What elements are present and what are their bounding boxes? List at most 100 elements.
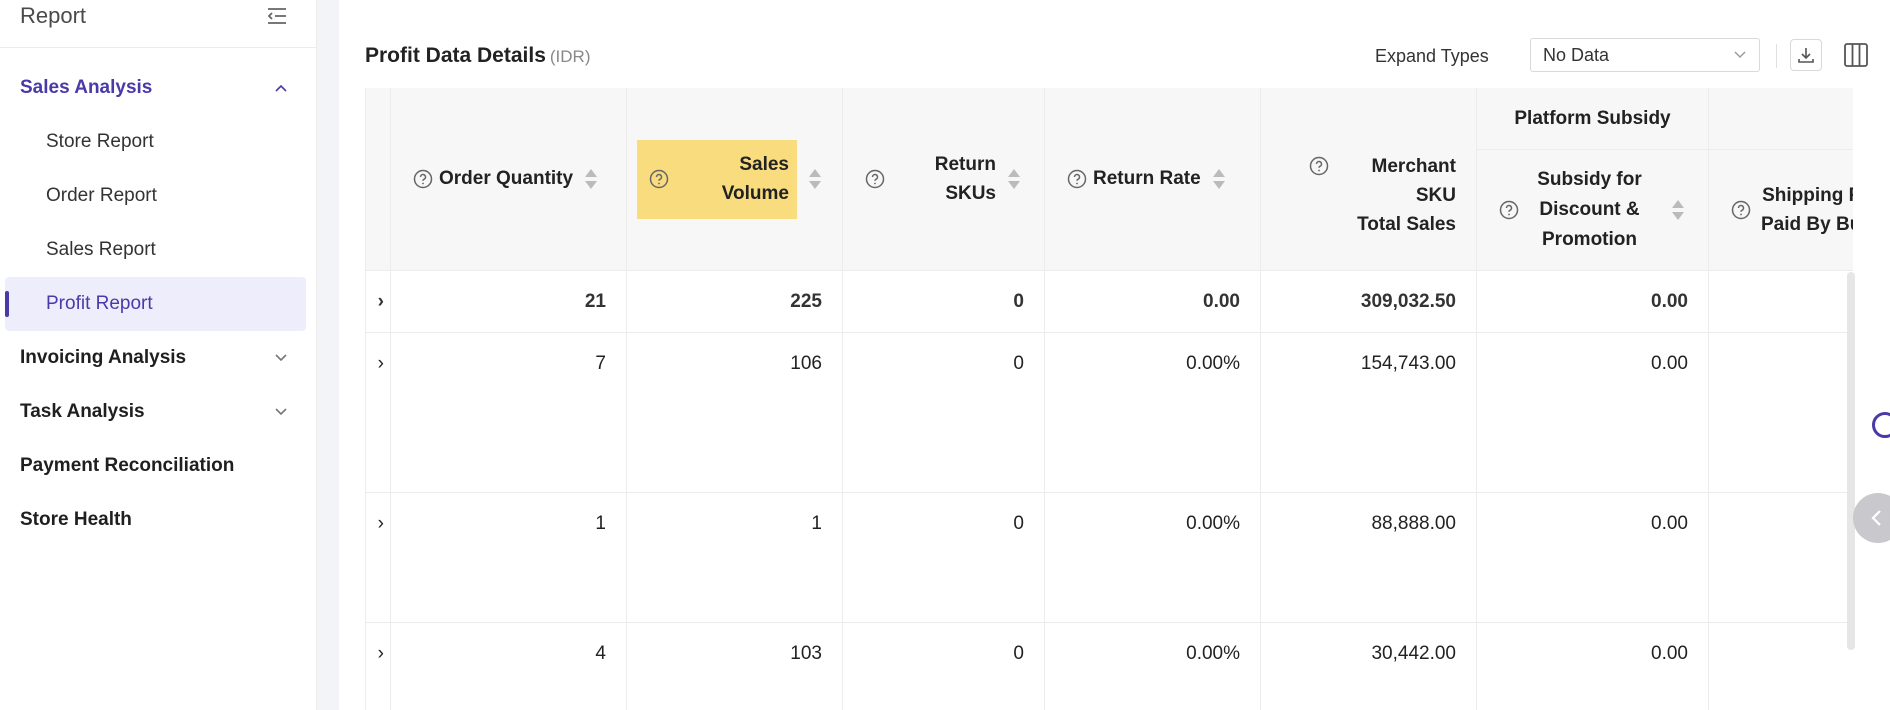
sidebar-item-store-report[interactable]: Store Report	[5, 115, 306, 169]
cell-subsidy: 0.00	[1477, 333, 1709, 493]
col-header-sales-volume[interactable]: Sales Volume	[627, 88, 843, 271]
profit-data-table: Order Quantity Sales Volume Return SKUs Re…	[365, 88, 1853, 710]
sort-icon[interactable]	[1006, 167, 1022, 191]
cell-shipping-fee	[1709, 493, 1853, 623]
col-header-label-line: SKUs	[945, 183, 996, 204]
question-circle-icon[interactable]	[1067, 169, 1087, 189]
cell-return-rate: 0.00%	[1045, 623, 1261, 710]
cell-sales-volume: 106	[627, 333, 843, 493]
cell-return-skus: 0	[843, 493, 1045, 623]
sidebar-item-order-report[interactable]: Order Report	[5, 169, 306, 223]
chevron-down-icon	[275, 408, 287, 416]
col-header-return-rate[interactable]: Return Rate	[1045, 88, 1261, 271]
cell-merchant-sku-total: 30,442.00	[1261, 623, 1477, 710]
sidebar-item-label: Order Report	[46, 185, 157, 206]
table-header-cell	[366, 88, 391, 271]
vertical-scrollbar[interactable]	[1847, 272, 1855, 650]
cell-order-quantity: 1	[391, 493, 627, 623]
cell-subsidy: 0.00	[1477, 271, 1709, 333]
sort-icon[interactable]	[807, 167, 823, 191]
sidebar-title: Report	[20, 2, 87, 28]
cell-return-rate: 0.00%	[1045, 493, 1261, 623]
sidebar: Report Sales Analysis Store Report Order…	[0, 0, 317, 710]
question-circle-icon[interactable]	[649, 169, 669, 189]
col-header-label-line: Return	[934, 154, 996, 175]
sales-volume-highlight: Sales Volume	[637, 139, 797, 219]
question-circle-icon[interactable]	[1309, 156, 1329, 176]
col-header-return-skus[interactable]: Return SKUs	[843, 88, 1045, 271]
col-header-label-line: Discount &	[1539, 199, 1640, 220]
cell-return-skus: 0	[843, 271, 1045, 333]
cell-order-quantity: 4	[391, 623, 627, 710]
sort-icon[interactable]	[1211, 167, 1227, 191]
col-header-merchant-sku-total-sales[interactable]: Merchant SKU Total Sales	[1261, 88, 1477, 271]
collapse-sidebar-icon[interactable]	[266, 5, 288, 27]
col-header-label-line: Shipping F	[1762, 185, 1853, 206]
col-header-label-line: Subsidy for	[1537, 169, 1642, 190]
col-header-label: Order Quantity	[439, 168, 574, 189]
col-group-label: Platform Subsidy	[1514, 107, 1671, 129]
currency-label: (IDR)	[549, 47, 591, 66]
sidebar-group-invoicing-analysis[interactable]: Invoicing Analysis	[0, 331, 316, 385]
cell-return-skus: 0	[843, 623, 1045, 710]
cell-order-quantity: 7	[391, 333, 627, 493]
sidebar-header: Report	[0, 0, 316, 48]
cell-sales-volume: 1	[627, 493, 843, 623]
cell-order-quantity: 21	[391, 271, 627, 333]
page-title-text: Profit Data Details	[365, 44, 546, 67]
download-button[interactable]	[1790, 39, 1822, 71]
cell-merchant-sku-total: 309,032.50	[1261, 271, 1477, 333]
col-header-shipping-fee-paid-by-buyer[interactable]: Shipping F Paid By Bu	[1709, 150, 1853, 271]
cell-return-rate: 0.00	[1045, 271, 1261, 333]
question-circle-icon[interactable]	[1731, 200, 1751, 220]
sidebar-group-sales-analysis[interactable]: Sales Analysis	[0, 61, 316, 115]
page-title: Profit Data Details (IDR)	[365, 44, 591, 68]
col-header-label-line: Volume	[721, 183, 789, 204]
cell-shipping-fee	[1709, 271, 1853, 333]
toolbar-divider	[1776, 44, 1777, 68]
sidebar-item-label: Store Report	[46, 131, 154, 152]
sidebar-item-profit-report[interactable]: Profit Report	[5, 277, 306, 331]
expand-types-value: No Data	[1543, 44, 1610, 65]
table-toolbar: Profit Data Details (IDR) Expand Types No…	[365, 38, 1890, 74]
sidebar-group-task-analysis[interactable]: Task Analysis	[0, 385, 316, 439]
sidebar-group-payment-reconciliation[interactable]: Payment Reconciliation	[0, 439, 316, 493]
columns-button[interactable]	[1841, 40, 1871, 70]
cell-merchant-sku-total: 154,743.00	[1261, 333, 1477, 493]
sidebar-item-label: Profit Report	[46, 293, 153, 314]
sort-icon[interactable]	[1670, 198, 1686, 222]
question-circle-icon[interactable]	[865, 169, 885, 189]
cell-sales-volume: 225	[627, 271, 843, 333]
cell-return-skus: 0	[843, 333, 1045, 493]
col-header-label-line: Paid By Bu	[1761, 214, 1853, 235]
chevron-down-icon	[275, 354, 287, 362]
chevron-left-icon	[1871, 510, 1881, 526]
col-header-order-quantity[interactable]: Order Quantity	[391, 88, 627, 271]
sidebar-item-sales-report[interactable]: Sales Report	[5, 223, 306, 277]
col-header-label: Merchant SKU Total Sales	[1329, 152, 1456, 239]
cell-shipping-fee	[1709, 333, 1853, 493]
sidebar-group-store-health[interactable]: Store Health	[0, 493, 316, 547]
question-circle-icon[interactable]	[413, 169, 433, 189]
sidebar-group-label: Payment Reconciliation	[20, 455, 235, 476]
cell-subsidy: 0.00	[1477, 623, 1709, 710]
question-circle-icon[interactable]	[1499, 200, 1519, 220]
col-header-subsidy-discount-promotion[interactable]: Subsidy for Discount & Promotion	[1477, 150, 1709, 271]
col-header-label-line: Merchant SKU	[1371, 156, 1456, 206]
row-expand-indicator[interactable]: ›	[366, 333, 391, 493]
row-expand-indicator[interactable]: ›	[366, 493, 391, 623]
row-expand-indicator[interactable]: ›	[366, 623, 391, 710]
cell-subsidy: 0.00	[1477, 493, 1709, 623]
columns-icon	[1844, 43, 1868, 67]
chevron-down-icon	[1734, 51, 1746, 58]
col-header-label-line: Sales	[739, 154, 789, 175]
expand-types-select[interactable]: No Data	[1530, 38, 1760, 72]
col-header-label: Sales Volume	[669, 150, 789, 208]
col-header-label-line: Promotion	[1542, 229, 1637, 250]
cell-shipping-fee	[1709, 623, 1853, 710]
download-icon	[1798, 48, 1814, 63]
main-panel: Profit Data Details (IDR) Expand Types No…	[339, 0, 1890, 710]
col-header-label: Subsidy for Discount & Promotion	[1519, 165, 1660, 255]
sort-icon[interactable]	[583, 167, 599, 191]
row-expand-indicator[interactable]: ›	[366, 271, 391, 333]
